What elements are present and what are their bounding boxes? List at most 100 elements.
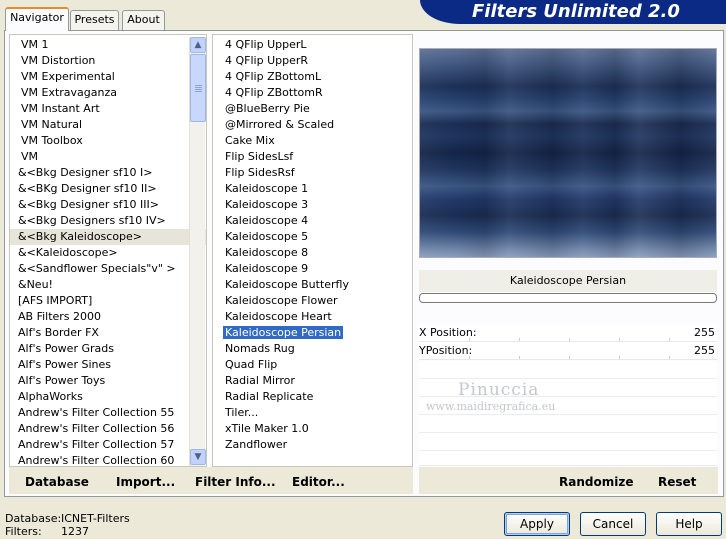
reset-button[interactable]: Reset bbox=[658, 474, 696, 490]
import-button[interactable]: Import... bbox=[116, 474, 175, 490]
category-item[interactable]: Andrew's Filter Collection 60 bbox=[10, 453, 206, 466]
filter-item-label: Quad Flip bbox=[225, 358, 278, 371]
filter-item-label: Radial Mirror bbox=[225, 374, 295, 387]
editor-button[interactable]: Editor... bbox=[292, 474, 345, 490]
cancel-button[interactable]: Cancel bbox=[580, 512, 646, 536]
category-item-label: VM Experimental bbox=[21, 70, 115, 83]
tab-navigator[interactable]: Navigator bbox=[5, 7, 69, 31]
category-item[interactable]: VM 1 bbox=[10, 37, 206, 53]
filter-item[interactable]: Kaleidoscope 9 bbox=[219, 261, 412, 277]
filter-item-label: xTile Maker 1.0 bbox=[225, 422, 309, 435]
filter-item-label: Zandflower bbox=[225, 438, 288, 451]
filter-item[interactable]: 4 QFlip UpperR bbox=[219, 53, 412, 69]
category-item[interactable]: AB Filters 2000 bbox=[10, 309, 206, 325]
filter-item[interactable]: 4 QFlip ZBottomR bbox=[219, 85, 412, 101]
category-item[interactable]: Alf's Power Sines bbox=[10, 357, 206, 373]
category-item[interactable]: VM Instant Art bbox=[10, 101, 206, 117]
category-item-label: VM 1 bbox=[21, 38, 49, 51]
filter-item[interactable]: @BlueBerry Pie bbox=[219, 101, 412, 117]
status-database-label: Database: bbox=[5, 512, 62, 525]
category-list[interactable]: VM 1 VM Distortion VM Experimental VM Extra… bbox=[9, 34, 207, 467]
database-button[interactable]: Database bbox=[25, 474, 89, 490]
filter-item[interactable]: Quad Flip bbox=[219, 357, 412, 373]
filter-item[interactable]: Kaleidoscope 4 bbox=[219, 213, 412, 229]
filter-item[interactable]: Kaleidoscope Heart bbox=[219, 309, 412, 325]
category-item[interactable]: Andrew's Filter Collection 57 bbox=[10, 437, 206, 453]
param-slot bbox=[419, 451, 717, 466]
filter-item[interactable]: Kaleidoscope 5 bbox=[219, 229, 412, 245]
filter-item-label: Kaleidoscope 4 bbox=[225, 214, 309, 227]
filter-item[interactable]: Kaleidoscope 8 bbox=[219, 245, 412, 261]
filter-item-label: Kaleidoscope Heart bbox=[225, 310, 332, 323]
filter-item[interactable]: Radial Mirror bbox=[219, 373, 412, 389]
category-item[interactable]: Alf's Border FX bbox=[10, 325, 206, 341]
category-item[interactable]: Andrew's Filter Collection 55 bbox=[10, 405, 206, 421]
filter-item[interactable]: Kaleidoscope 3 bbox=[219, 197, 412, 213]
category-item[interactable]: AlphaWorks bbox=[10, 389, 206, 405]
filter-item[interactable]: 4 QFlip ZBottomL bbox=[219, 69, 412, 85]
param-value: 255 bbox=[694, 344, 715, 357]
category-item[interactable]: &<Bkg Designer sf10 III> bbox=[10, 197, 206, 213]
param-label: YPosition: bbox=[419, 344, 473, 357]
tab-about[interactable]: About bbox=[122, 10, 165, 30]
filter-item-label: @Mirrored & Scaled bbox=[225, 118, 335, 131]
category-item-label: &<BKg Designer sf10 II> bbox=[18, 182, 157, 195]
filter-item[interactable]: Kaleidoscope Persian bbox=[219, 325, 412, 341]
category-item[interactable]: [AFS IMPORT] bbox=[10, 293, 206, 309]
filter-item[interactable]: Kaleidoscope 1 bbox=[219, 181, 412, 197]
category-item-label: VM Extravaganza bbox=[21, 86, 118, 99]
apply-button[interactable]: Apply bbox=[504, 512, 570, 536]
filter-list[interactable]: 4 QFlip UpperL 4 QFlip UpperR 4 QFlip ZBot… bbox=[212, 34, 413, 467]
filter-item[interactable]: Flip SidesLsf bbox=[219, 149, 412, 165]
category-item[interactable]: &Neu! bbox=[10, 277, 206, 293]
filter-item[interactable]: Flip SidesRsf bbox=[219, 165, 412, 181]
filter-item[interactable]: xTile Maker 1.0 bbox=[219, 421, 412, 437]
category-item[interactable]: &<Bkg Designer sf10 I> bbox=[10, 165, 206, 181]
filter-item[interactable]: Tiler... bbox=[219, 405, 412, 421]
filter-name-label: Kaleidoscope Persian bbox=[419, 270, 717, 292]
filter-item-label: 4 QFlip UpperL bbox=[225, 38, 307, 51]
category-item-label: &<Bkg Designer sf10 I> bbox=[18, 166, 153, 179]
filter-item[interactable]: @Mirrored & Scaled bbox=[219, 117, 412, 133]
param-x-position[interactable]: X Position: 255 bbox=[419, 324, 717, 342]
filter-item-label: Kaleidoscope 9 bbox=[225, 262, 309, 275]
filter-item[interactable]: Nomads Rug bbox=[219, 341, 412, 357]
filter-item[interactable]: Cake Mix bbox=[219, 133, 412, 149]
category-item[interactable]: &<Bkg Designers sf10 IV> bbox=[10, 213, 206, 229]
category-item[interactable]: Andrew's Filter Collection 56 bbox=[10, 421, 206, 437]
category-item[interactable]: &<Sandflower Specials"v" > bbox=[10, 261, 206, 277]
category-item[interactable]: VM Extravaganza bbox=[10, 85, 206, 101]
category-item[interactable]: &<BKg Designer sf10 II> bbox=[10, 181, 206, 197]
filter-item[interactable]: Kaleidoscope Butterfly bbox=[219, 277, 412, 293]
category-item-label: VM Distortion bbox=[21, 54, 96, 67]
category-item[interactable]: VM Toolbox bbox=[10, 133, 206, 149]
category-item[interactable]: VM bbox=[10, 149, 206, 165]
category-item[interactable]: VM Distortion bbox=[10, 53, 206, 69]
param-slot bbox=[419, 361, 717, 379]
scroll-thumb[interactable] bbox=[190, 54, 206, 122]
filter-item[interactable]: 4 QFlip UpperL bbox=[219, 37, 412, 53]
filter-item-label: Kaleidoscope 5 bbox=[225, 230, 309, 243]
filter-item[interactable]: Kaleidoscope Flower bbox=[219, 293, 412, 309]
category-item[interactable]: &<Bkg Kaleidoscope> bbox=[10, 229, 206, 245]
help-button[interactable]: Help bbox=[656, 512, 722, 536]
category-item[interactable]: &<Kaleidoscope> bbox=[10, 245, 206, 261]
scroll-down-icon[interactable]: ▼ bbox=[190, 449, 206, 465]
filter-item[interactable]: Radial Replicate bbox=[219, 389, 412, 405]
category-item-label: Alf's Border FX bbox=[18, 326, 99, 339]
category-item[interactable]: VM Natural bbox=[10, 117, 206, 133]
param-y-position[interactable]: YPosition: 255 bbox=[419, 342, 717, 360]
category-item[interactable]: VM Experimental bbox=[10, 69, 206, 85]
category-item[interactable]: Alf's Power Grads bbox=[10, 341, 206, 357]
category-item-label: &<Bkg Kaleidoscope> bbox=[18, 230, 143, 243]
preview-image bbox=[419, 48, 717, 258]
randomize-button[interactable]: Randomize bbox=[559, 474, 633, 490]
filter-info-button[interactable]: Filter Info... bbox=[195, 474, 276, 490]
tab-presets[interactable]: Presets bbox=[70, 10, 119, 30]
scroll-up-icon[interactable]: ▲ bbox=[190, 37, 206, 53]
watermark-url: www.maidiregrafica.eu bbox=[426, 400, 556, 413]
filter-item[interactable]: Zandflower bbox=[219, 437, 412, 453]
status-database-value: ICNET-Filters bbox=[61, 512, 130, 525]
category-scrollbar[interactable]: ▲ ▼ bbox=[189, 37, 206, 466]
category-item[interactable]: Alf's Power Toys bbox=[10, 373, 206, 389]
